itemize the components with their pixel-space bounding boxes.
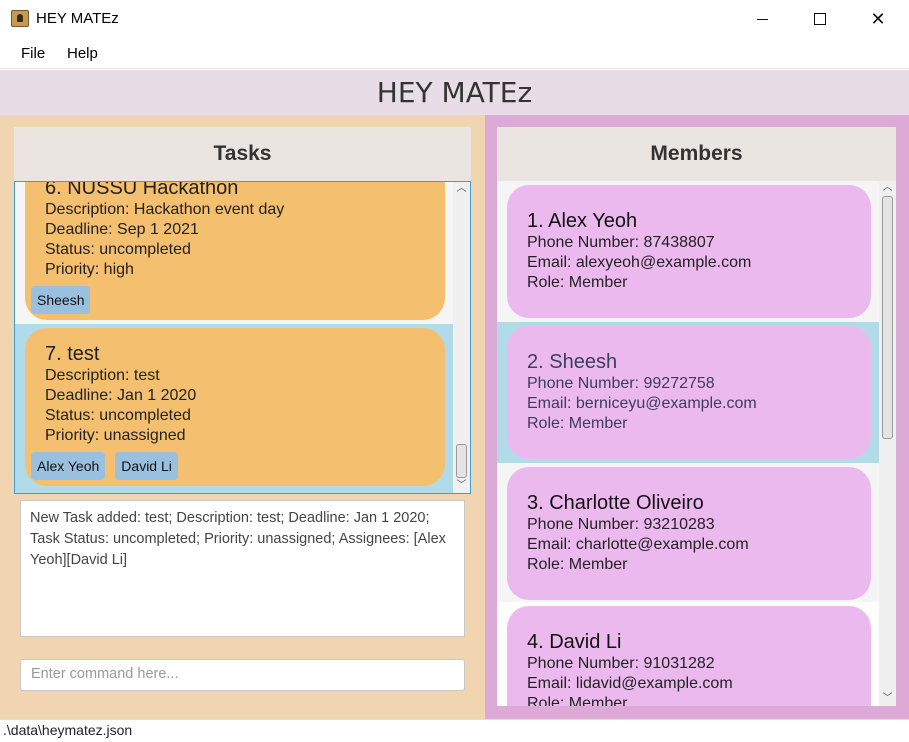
scroll-up-icon[interactable]: ︿ [879, 181, 896, 195]
task-list-item[interactable]: 6. NUSSU Hackathon Description: Hackatho… [15, 181, 454, 324]
app-header-title: HEY MATEz [376, 76, 533, 109]
task-card: 6. NUSSU Hackathon Description: Hackatho… [25, 181, 445, 320]
close-button[interactable]: ✕ [849, 0, 907, 38]
menu-bar: File Help [0, 38, 909, 69]
tasks-heading: Tasks [14, 127, 471, 181]
close-icon: ✕ [870, 8, 886, 29]
task-priority: Priority: unassigned [45, 427, 186, 444]
task-status: Status: uncompleted [45, 407, 191, 424]
scrollbar-thumb[interactable] [882, 196, 893, 439]
minimize-icon [756, 18, 768, 20]
scrollbar-thumb[interactable] [456, 444, 467, 478]
task-assignees: Sheesh [31, 286, 425, 314]
member-card: 4. David Li Phone Number: 91031282 Email… [507, 606, 871, 706]
member-email: Email: charlotte@example.com [527, 536, 749, 553]
task-description: Description: test [45, 367, 160, 384]
task-name: 6. NUSSU Hackathon [45, 181, 239, 199]
member-role: Role: Member [527, 556, 628, 573]
task-name: 7. test [45, 343, 100, 365]
assignee-tag: Alex Yeoh [31, 452, 106, 480]
task-list-item-selected[interactable]: 7. test Description: test Deadline: Jan … [15, 324, 454, 493]
member-list-item[interactable]: 1. Alex Yeoh Phone Number: 87438807 Emai… [497, 181, 879, 322]
member-list-scrollbar[interactable]: ︿ ﹀ [879, 181, 896, 706]
command-input[interactable]: Enter command here... [20, 659, 465, 691]
title-bar: HEY MATEz ✕ [0, 0, 909, 38]
member-card: 1. Alex Yeoh Phone Number: 87438807 Emai… [507, 185, 871, 318]
member-list-item[interactable]: 3. Charlotte Oliveiro Phone Number: 9321… [497, 463, 879, 604]
member-list-item-selected[interactable]: 2. Sheesh Phone Number: 99272758 Email: … [497, 322, 879, 463]
member-name: 4. David Li [527, 631, 622, 653]
scroll-down-icon[interactable]: ﹀ [879, 692, 896, 706]
member-card: 3. Charlotte Oliveiro Phone Number: 9321… [507, 467, 871, 600]
member-name: 2. Sheesh [527, 351, 618, 373]
task-description: Description: Hackathon event day [45, 201, 285, 218]
window-title: HEY MATEz [36, 10, 119, 27]
assignee-tag: David Li [115, 452, 178, 480]
member-list[interactable]: 1. Alex Yeoh Phone Number: 87438807 Emai… [497, 181, 896, 706]
task-card: 7. test Description: test Deadline: Jan … [25, 328, 445, 486]
member-phone: Phone Number: 99272758 [527, 375, 715, 392]
members-panel: Members 1. Alex Yeoh Phone Number: 87438… [485, 115, 909, 719]
member-role: Role: Member [527, 695, 628, 706]
member-email: Email: berniceyu@example.com [527, 395, 757, 412]
task-list-scrollbar[interactable]: ︿ ﹀ [453, 182, 470, 493]
result-display[interactable]: New Task added: test; Description: test;… [20, 500, 465, 637]
member-phone: Phone Number: 87438807 [527, 234, 715, 251]
task-status: Status: uncompleted [45, 241, 191, 258]
menu-file[interactable]: File [21, 45, 45, 62]
tasks-panel: Tasks 6. NUSSU Hackathon Description: Ha… [0, 115, 485, 719]
member-name: 3. Charlotte Oliveiro [527, 492, 704, 514]
member-email: Email: alexyeoh@example.com [527, 254, 752, 271]
members-heading: Members [497, 127, 896, 181]
member-phone: Phone Number: 91031282 [527, 655, 715, 672]
task-assignees: Alex Yeoh David Li [31, 452, 425, 480]
task-deadline: Deadline: Sep 1 2021 [45, 221, 199, 238]
app-icon [11, 10, 29, 27]
minimize-button[interactable] [733, 0, 791, 38]
menu-help[interactable]: Help [67, 45, 98, 62]
task-deadline: Deadline: Jan 1 2020 [45, 387, 197, 404]
app-header: HEY MATEz [0, 70, 909, 115]
scroll-up-icon[interactable]: ︿ [453, 182, 470, 196]
member-list-item[interactable]: 4. David Li Phone Number: 91031282 Email… [497, 602, 879, 706]
assignee-tag: Sheesh [31, 286, 91, 314]
member-role: Role: Member [527, 274, 628, 291]
scroll-down-icon[interactable]: ﹀ [453, 479, 470, 493]
member-name: 1. Alex Yeoh [527, 210, 638, 232]
maximize-button[interactable] [791, 0, 849, 38]
member-role: Role: Member [527, 415, 628, 432]
maximize-icon [814, 13, 826, 25]
member-phone: Phone Number: 93210283 [527, 516, 715, 533]
task-list[interactable]: 6. NUSSU Hackathon Description: Hackatho… [14, 181, 471, 494]
task-priority: Priority: high [45, 261, 134, 278]
member-card: 2. Sheesh Phone Number: 99272758 Email: … [507, 326, 871, 459]
member-email: Email: lidavid@example.com [527, 675, 733, 692]
status-bar-path: .\data\heymatez.json [0, 719, 909, 742]
